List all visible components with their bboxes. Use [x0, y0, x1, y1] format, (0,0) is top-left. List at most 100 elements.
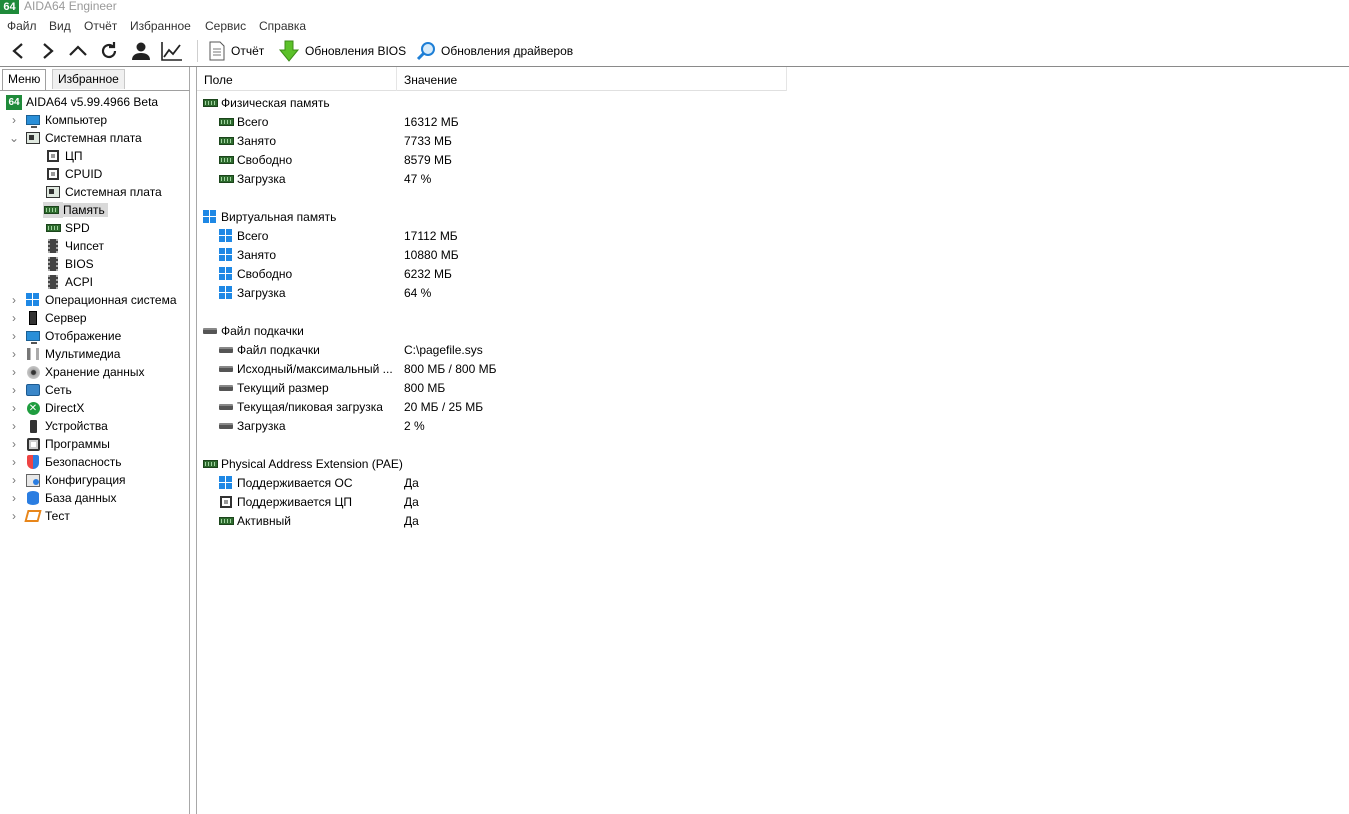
- tree-item-acpi[interactable]: ACPI: [45, 273, 93, 291]
- chevron-up-icon: [69, 45, 87, 56]
- user-button[interactable]: [129, 39, 153, 63]
- menu-service[interactable]: Сервис: [205, 19, 246, 33]
- tree-item-computer[interactable]: › Компьютер: [9, 111, 107, 129]
- chart-button[interactable]: [160, 39, 184, 63]
- chevron-right-icon[interactable]: ›: [9, 471, 19, 489]
- chevron-right-icon[interactable]: ›: [9, 345, 19, 363]
- section-physical-memory: Физическая память: [202, 93, 330, 112]
- tree-item-motherboard[interactable]: ⌄ Системная плата: [9, 129, 142, 147]
- chipset-icon: [45, 256, 61, 272]
- section-title: Физическая память: [221, 95, 330, 110]
- chevron-right-icon[interactable]: ›: [9, 327, 19, 345]
- menu-report[interactable]: Отчёт: [84, 19, 117, 33]
- tree-item-memory[interactable]: Память: [43, 201, 108, 219]
- back-button[interactable]: [6, 39, 30, 63]
- table-row[interactable]: Загрузка: [218, 169, 286, 188]
- chevron-right-icon[interactable]: ›: [9, 381, 19, 399]
- table-row[interactable]: Поддерживается ОС: [218, 473, 353, 492]
- chipset-icon: [45, 238, 61, 254]
- panel-tabs: Меню Избранное: [0, 69, 190, 91]
- table-row[interactable]: Исходный/максимальный ...: [218, 359, 393, 378]
- table-row[interactable]: Файл подкачки: [218, 340, 320, 359]
- field-value: Да: [404, 475, 419, 490]
- refresh-button[interactable]: [97, 39, 121, 63]
- tree-item-security[interactable]: › Безопасность: [9, 453, 122, 471]
- tree-item-devices[interactable]: › Устройства: [9, 417, 108, 435]
- tree-item-os[interactable]: › Операционная система: [9, 291, 177, 309]
- chevron-right-icon[interactable]: ›: [9, 399, 19, 417]
- tree-item-spd[interactable]: SPD: [45, 219, 90, 237]
- table-row[interactable]: Текущая/пиковая загрузка: [218, 397, 383, 416]
- tree-item-label: Устройства: [45, 419, 108, 433]
- driver-update-button[interactable]: Обновления драйверов: [416, 40, 573, 62]
- ram-icon: [45, 220, 61, 236]
- table-row[interactable]: Текущий размер: [218, 378, 329, 397]
- chevron-right-icon[interactable]: ›: [9, 309, 19, 327]
- table-row[interactable]: Поддерживается ЦП: [218, 492, 352, 511]
- cpu-chip-icon: [45, 148, 61, 164]
- tree-item-directx[interactable]: › ✕ DirectX: [9, 399, 84, 417]
- menu-help[interactable]: Справка: [259, 19, 306, 33]
- xbox-icon: ✕: [25, 400, 41, 416]
- chevron-right-icon[interactable]: ›: [9, 507, 19, 525]
- tree-item-system-board[interactable]: Системная плата: [45, 183, 162, 201]
- field-label: Всего: [237, 114, 269, 129]
- column-field-header[interactable]: Поле: [204, 73, 233, 87]
- tree-item-test[interactable]: › Тест: [9, 507, 70, 525]
- disk-icon: [25, 364, 41, 380]
- windows-icon: [218, 475, 234, 490]
- tree-item-label: Мультимедиа: [45, 347, 121, 361]
- column-divider[interactable]: [786, 67, 787, 91]
- chevron-right-icon[interactable]: ›: [9, 489, 19, 507]
- table-row[interactable]: Активный: [218, 511, 291, 530]
- tab-favorites[interactable]: Избранное: [52, 69, 125, 89]
- windows-icon: [218, 285, 234, 300]
- column-value-header[interactable]: Значение: [404, 73, 457, 87]
- tree-item-storage[interactable]: › Хранение данных: [9, 363, 145, 381]
- forward-button[interactable]: [36, 39, 60, 63]
- tree-item-multimedia[interactable]: › Мультимедиа: [9, 345, 120, 363]
- tree-item-server[interactable]: › Сервер: [9, 309, 87, 327]
- tree-item-root[interactable]: 64 AIDA64 v5.99.4966 Beta: [6, 93, 158, 111]
- table-row[interactable]: Свободно: [218, 264, 292, 283]
- chevron-right-icon[interactable]: ›: [9, 291, 19, 309]
- tree-item-cpuid[interactable]: CPUID: [45, 165, 102, 183]
- tab-menu[interactable]: Меню: [2, 69, 47, 90]
- tree-item-label: Компьютер: [45, 113, 108, 127]
- field-value: 47 %: [404, 171, 432, 186]
- table-row[interactable]: Занято: [218, 245, 276, 264]
- chevron-right-icon[interactable]: ›: [9, 435, 19, 453]
- chevron-right-icon[interactable]: ›: [9, 453, 19, 471]
- tree-item-programs[interactable]: › Программы: [9, 435, 110, 453]
- tree-item-cpu[interactable]: ЦП: [45, 147, 83, 165]
- table-row[interactable]: Всего: [218, 226, 268, 245]
- computer-icon: [25, 112, 41, 128]
- tree-item-label: ACPI: [65, 275, 94, 289]
- table-row[interactable]: Всего: [218, 112, 268, 131]
- report-button[interactable]: Отчёт: [208, 40, 264, 62]
- chevron-right-icon: [43, 43, 54, 59]
- table-row[interactable]: Загрузка: [218, 416, 286, 435]
- table-row[interactable]: Занято: [218, 131, 276, 150]
- tree-item-network[interactable]: › Сеть: [9, 381, 72, 399]
- menu-favorites[interactable]: Избранное: [130, 19, 191, 33]
- tree-item-database[interactable]: › База данных: [9, 489, 116, 507]
- menu-view[interactable]: Вид: [49, 19, 71, 33]
- table-row[interactable]: Свободно: [218, 150, 292, 169]
- up-button[interactable]: [66, 39, 90, 63]
- column-divider[interactable]: [396, 67, 397, 91]
- menu-file[interactable]: Файл: [7, 19, 37, 33]
- hard-drive-icon: [218, 381, 234, 395]
- tree-item-display[interactable]: › Отображение: [9, 327, 121, 345]
- tree-item-bios[interactable]: BIOS: [45, 255, 94, 273]
- chevron-down-icon[interactable]: ⌄: [9, 129, 19, 147]
- bios-update-button[interactable]: Обновления BIOS: [278, 40, 406, 62]
- chevron-right-icon[interactable]: ›: [9, 363, 19, 381]
- tree-item-chipset[interactable]: Чипсет: [45, 237, 104, 255]
- chevron-right-icon[interactable]: ›: [9, 111, 19, 129]
- motherboard-icon: [45, 184, 61, 200]
- tree-item-label: Системная плата: [65, 185, 162, 199]
- table-row[interactable]: Загрузка: [218, 283, 286, 302]
- tree-item-config[interactable]: › Конфигурация: [9, 471, 126, 489]
- chevron-right-icon[interactable]: ›: [9, 417, 19, 435]
